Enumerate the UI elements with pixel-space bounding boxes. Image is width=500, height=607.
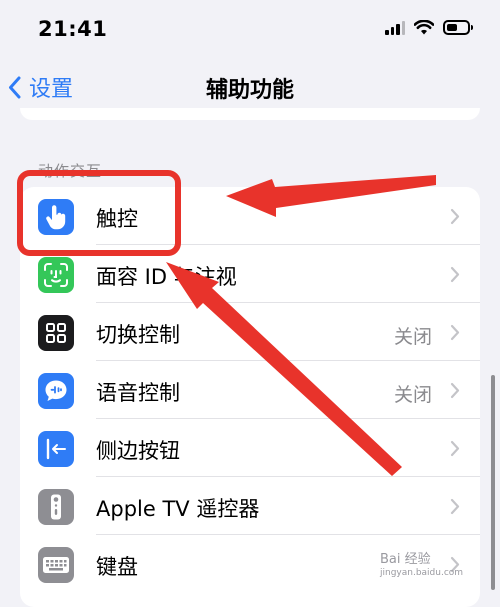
- row-label: 切换控制: [96, 323, 180, 347]
- cellular-signal-icon: [385, 20, 405, 35]
- chevron-right-icon: [450, 498, 460, 515]
- chevron-right-icon: [450, 266, 460, 283]
- touch-hand-icon: [38, 199, 74, 235]
- list-row-voice-control[interactable]: 语音控制 关闭: [20, 361, 480, 419]
- navigation-bar: 设置 辅助功能: [0, 56, 500, 114]
- row-label: 面容 ID 与注视: [96, 265, 237, 289]
- chevron-right-icon: [450, 382, 460, 399]
- tv-remote-icon: [38, 489, 74, 525]
- chevron-right-icon: [450, 440, 460, 457]
- row-label: 触控: [96, 207, 138, 231]
- watermark: Bai 经验 jingyan.baidu.com: [380, 548, 463, 578]
- scrollbar[interactable]: [491, 375, 495, 590]
- row-label: 侧边按钮: [96, 439, 180, 463]
- watermark-url: jingyan.baidu.com: [380, 568, 464, 578]
- section-header: 动作交互: [38, 162, 103, 180]
- keyboard-icon: [38, 547, 74, 583]
- status-icons: [385, 20, 473, 35]
- side-button-icon: [38, 431, 74, 467]
- list-row-face-id[interactable]: 面容 ID 与注视: [20, 245, 480, 303]
- switch-control-grid-icon: [38, 315, 74, 351]
- row-value: 关闭: [393, 326, 432, 348]
- battery-icon: [443, 20, 473, 35]
- watermark-text: Bai 经验: [380, 552, 431, 567]
- list-row-apple-tv-remote[interactable]: Apple TV 遥控器: [20, 477, 480, 535]
- row-value: 关闭: [393, 384, 432, 406]
- row-label: 语音控制: [96, 381, 180, 405]
- status-bar: 21:41: [0, 0, 500, 56]
- voice-control-icon: [38, 373, 74, 409]
- list-row-switch-control[interactable]: 切换控制 关闭: [20, 303, 480, 361]
- wifi-icon: [414, 20, 434, 35]
- previous-section-card: [20, 108, 480, 120]
- chevron-right-icon: [450, 324, 460, 341]
- face-id-icon: [38, 257, 74, 293]
- row-label: Apple TV 遥控器: [96, 497, 260, 521]
- page-title: 辅助功能: [205, 78, 294, 103]
- row-label: 键盘: [96, 555, 138, 579]
- status-time: 21:41: [38, 17, 108, 41]
- chevron-right-icon: [450, 208, 460, 225]
- settings-list: 触控 面容 ID 与注视 切换控制 关闭 语音控制 关闭 侧边按钮 Apple …: [20, 187, 480, 607]
- list-row-touch[interactable]: 触控: [20, 187, 480, 245]
- list-row-side-button[interactable]: 侧边按钮: [20, 419, 480, 477]
